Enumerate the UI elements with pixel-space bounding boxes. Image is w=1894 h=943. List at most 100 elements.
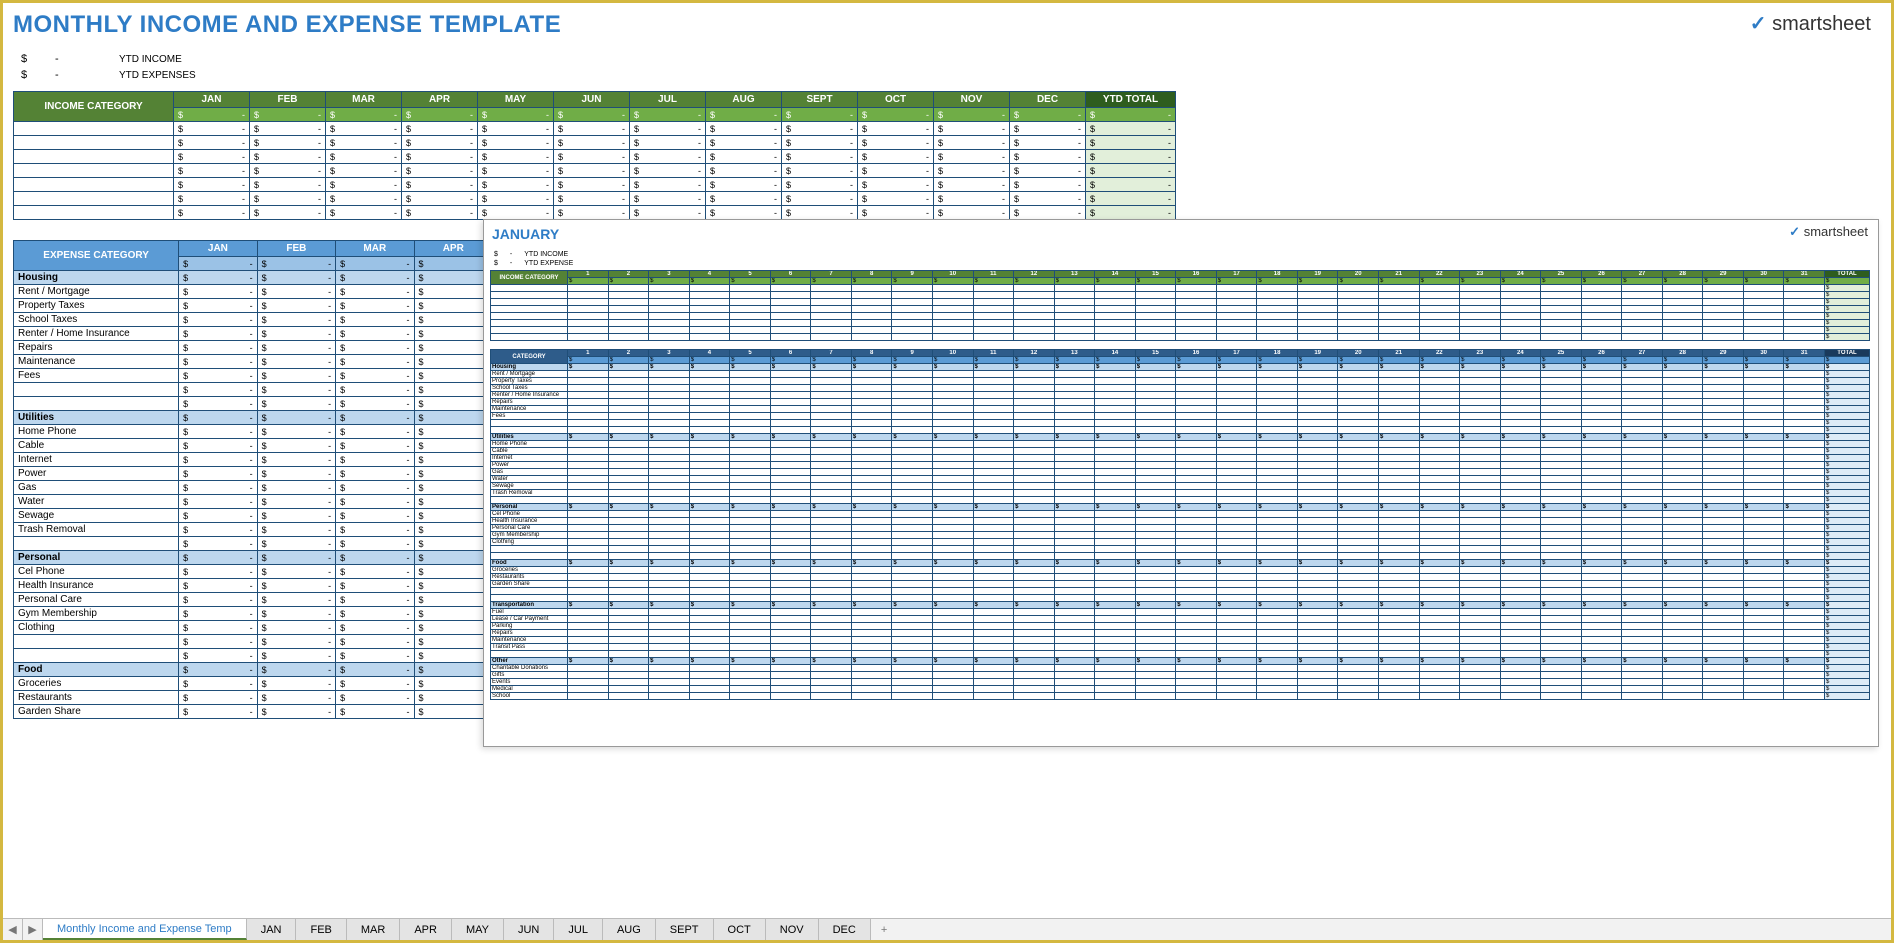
overlay-expense-cell[interactable]: [1662, 413, 1703, 420]
overlay-expense-cell[interactable]: [1176, 525, 1217, 532]
overlay-expense-cell[interactable]: [851, 588, 892, 595]
income-cell[interactable]: $-: [1010, 122, 1086, 136]
overlay-expense-cell[interactable]: [1014, 462, 1055, 469]
overlay-income-row[interactable]: $: [491, 334, 1870, 341]
overlay-expense-cell[interactable]: [1176, 532, 1217, 539]
income-cell[interactable]: $-: [250, 206, 326, 220]
overlay-expense-cell[interactable]: [892, 462, 933, 469]
overlay-expense-cell[interactable]: [1054, 427, 1095, 434]
overlay-expense-cell[interactable]: [689, 630, 730, 637]
overlay-expense-cell[interactable]: [1095, 672, 1136, 679]
overlay-income-cell[interactable]: [892, 334, 933, 341]
overlay-expense-cell[interactable]: [892, 574, 933, 581]
overlay-expense-cell[interactable]: [770, 546, 811, 553]
overlay-expense-cell[interactable]: [1541, 420, 1582, 427]
overlay-expense-cell[interactable]: [1216, 490, 1257, 497]
income-cell[interactable]: $-: [326, 178, 402, 192]
overlay-expense-cell[interactable]: [1419, 399, 1460, 406]
overlay-expense-cell[interactable]: [851, 637, 892, 644]
overlay-expense-cell[interactable]: [608, 441, 649, 448]
overlay-expense-cell[interactable]: [730, 455, 771, 462]
overlay-expense-cell[interactable]: [1460, 497, 1501, 504]
overlay-expense-cell[interactable]: [568, 553, 609, 560]
overlay-income-cell[interactable]: [1460, 313, 1501, 320]
overlay-expense-cell[interactable]: [1662, 651, 1703, 658]
overlay-expense-cell[interactable]: [1297, 469, 1338, 476]
overlay-expense-cell[interactable]: [1135, 441, 1176, 448]
overlay-expense-cell[interactable]: [1014, 497, 1055, 504]
overlay-income-cell[interactable]: [1784, 299, 1825, 306]
overlay-expense-cell[interactable]: [1014, 651, 1055, 658]
overlay-expense-cell[interactable]: [1622, 441, 1663, 448]
expense-row[interactable]: Water$-$-$-$-: [14, 495, 493, 509]
income-ytd-cell[interactable]: $-: [1086, 136, 1176, 150]
expense-cell[interactable]: $-: [414, 369, 492, 383]
overlay-income-cell[interactable]: [1419, 334, 1460, 341]
overlay-expense-cell[interactable]: [1257, 539, 1298, 546]
overlay-income-cell[interactable]: [1622, 334, 1663, 341]
overlay-expense-cell[interactable]: [1135, 385, 1176, 392]
overlay-expense-cell[interactable]: [1703, 378, 1744, 385]
expense-cell[interactable]: $-: [414, 579, 492, 593]
overlay-expense-cell[interactable]: [1500, 518, 1541, 525]
overlay-expense-cell[interactable]: [649, 665, 690, 672]
overlay-expense-cell[interactable]: [1622, 497, 1663, 504]
overlay-income-cell[interactable]: [1014, 334, 1055, 341]
overlay-income-cell[interactable]: [1703, 327, 1744, 334]
overlay-income-cell[interactable]: [730, 292, 771, 299]
overlay-expense-cell[interactable]: [689, 448, 730, 455]
overlay-expense-cell[interactable]: [568, 525, 609, 532]
overlay-income-total-cell[interactable]: $: [1825, 313, 1870, 320]
overlay-expense-cell[interactable]: [1095, 483, 1136, 490]
overlay-expense-cell[interactable]: [1784, 588, 1825, 595]
overlay-income-cell[interactable]: [568, 299, 609, 306]
overlay-expense-cell[interactable]: [1216, 497, 1257, 504]
income-row[interactable]: $-$-$-$-$-$-$-$-$-$-$-$-$-: [14, 206, 1176, 220]
overlay-expense-cell[interactable]: [1662, 581, 1703, 588]
overlay-expense-cell[interactable]: [811, 553, 852, 560]
overlay-expense-cell[interactable]: [1743, 525, 1784, 532]
overlay-expense-cell[interactable]: [1622, 385, 1663, 392]
overlay-expense-cell[interactable]: [1500, 623, 1541, 630]
overlay-expense-cell[interactable]: [689, 525, 730, 532]
overlay-expense-cell[interactable]: [1419, 511, 1460, 518]
overlay-expense-cell[interactable]: [1622, 616, 1663, 623]
overlay-expense-cell[interactable]: [608, 616, 649, 623]
expense-cell[interactable]: $-: [257, 481, 335, 495]
overlay-income-cell[interactable]: [1095, 285, 1136, 292]
overlay-expense-cell[interactable]: [649, 462, 690, 469]
overlay-expense-cell[interactable]: [1419, 651, 1460, 658]
overlay-income-cell[interactable]: [1541, 334, 1582, 341]
overlay-expense-cell[interactable]: [730, 651, 771, 658]
overlay-expense-cell[interactable]: [1419, 644, 1460, 651]
income-cell[interactable]: $-: [554, 136, 630, 150]
overlay-expense-cell[interactable]: [649, 476, 690, 483]
overlay-expense-cell[interactable]: [1662, 567, 1703, 574]
overlay-expense-cell[interactable]: [1297, 630, 1338, 637]
overlay-expense-cell[interactable]: [1662, 686, 1703, 693]
overlay-expense-cell[interactable]: [973, 378, 1014, 385]
overlay-income-cell[interactable]: [1460, 299, 1501, 306]
overlay-expense-cell[interactable]: [689, 476, 730, 483]
overlay-expense-cell[interactable]: [1216, 483, 1257, 490]
overlay-expense-cell[interactable]: [932, 623, 973, 630]
overlay-expense-cell[interactable]: [1338, 371, 1379, 378]
overlay-expense-cell[interactable]: [1135, 553, 1176, 560]
overlay-income-cell[interactable]: [1662, 285, 1703, 292]
overlay-expense-cell[interactable]: [1419, 378, 1460, 385]
overlay-expense-cell[interactable]: [1743, 539, 1784, 546]
income-cell[interactable]: $-: [858, 206, 934, 220]
overlay-expense-cell[interactable]: [1419, 616, 1460, 623]
overlay-expense-total[interactable]: $: [1825, 644, 1870, 651]
overlay-expense-cell[interactable]: [1541, 672, 1582, 679]
overlay-expense-cell[interactable]: [892, 469, 933, 476]
overlay-expense-cell[interactable]: [973, 448, 1014, 455]
overlay-expense-cell[interactable]: [1460, 518, 1501, 525]
overlay-income-cell[interactable]: [1338, 299, 1379, 306]
overlay-expense-cell[interactable]: [811, 413, 852, 420]
overlay-expense-cell[interactable]: [1176, 644, 1217, 651]
overlay-expense-cell[interactable]: [1743, 385, 1784, 392]
overlay-expense-row[interactable]: $: [491, 427, 1870, 434]
overlay-expense-row[interactable]: Fuel$: [491, 609, 1870, 616]
overlay-income-cell[interactable]: [608, 313, 649, 320]
